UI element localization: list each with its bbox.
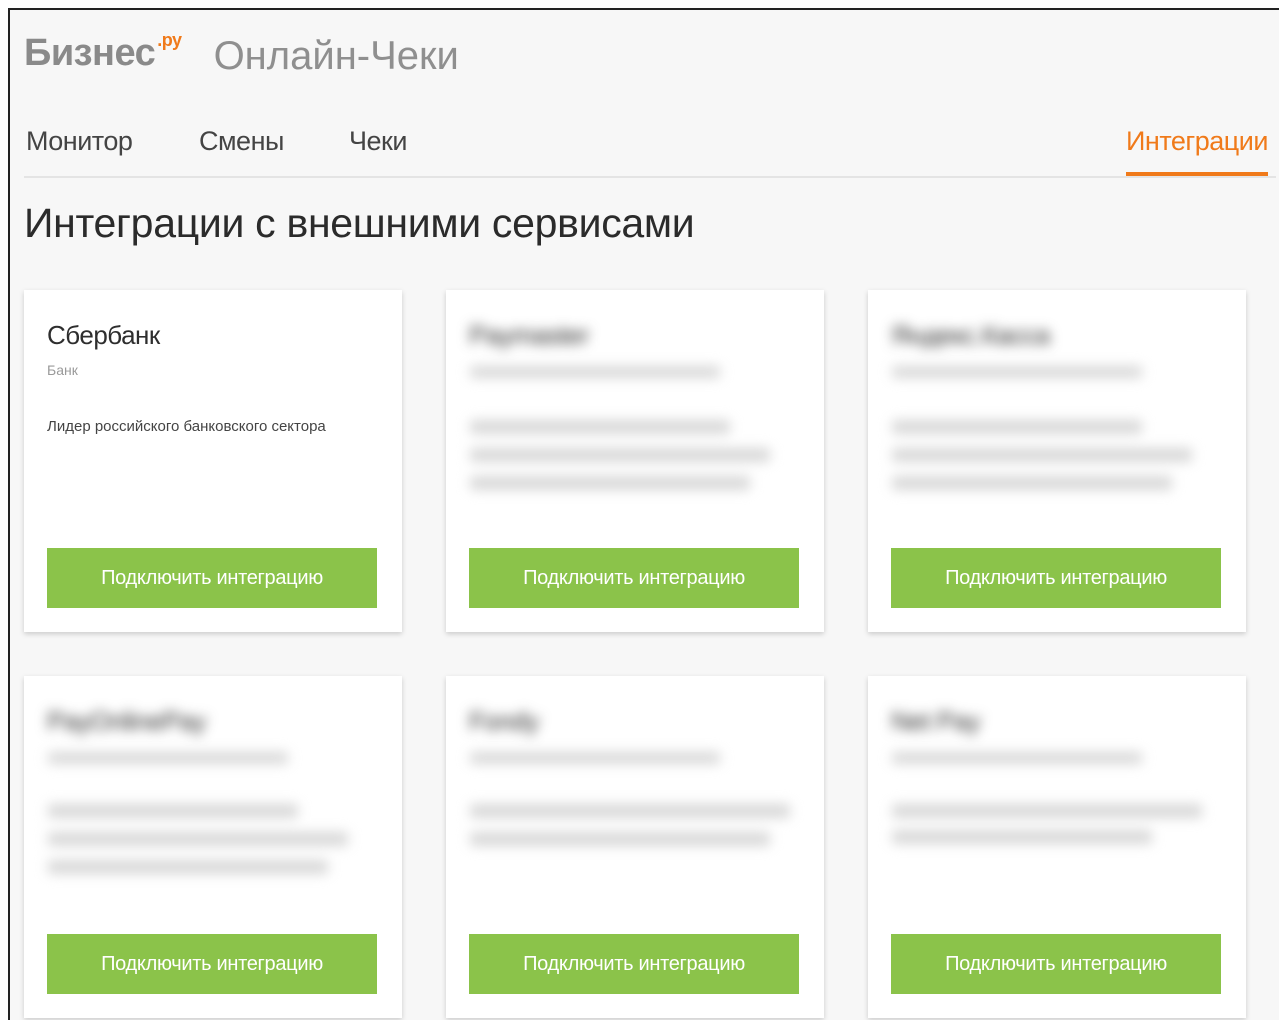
connect-integration-button[interactable]: Подключить интеграцию: [469, 934, 799, 994]
header: Бизнес .ру Онлайн-Чеки: [24, 30, 459, 79]
connect-integration-button[interactable]: Подключить интеграцию: [891, 934, 1221, 994]
connect-integration-button[interactable]: Подключить интеграцию: [47, 548, 377, 608]
integration-card: Net Pay Подключить интеграцию: [868, 676, 1246, 1018]
card-title: PayOnlinePay: [47, 706, 206, 736]
connect-integration-button[interactable]: Подключить интеграцию: [891, 548, 1221, 608]
app-frame: Бизнес .ру Онлайн-Чеки Монитор Смены Чеки…: [8, 8, 1279, 1020]
tab-receipts[interactable]: Чеки: [349, 122, 407, 176]
card-title: Fondy: [469, 706, 539, 736]
connect-integration-button[interactable]: Подключить интеграцию: [469, 548, 799, 608]
integration-card: Яндекс.Касса Подключить интеграцию: [868, 290, 1246, 632]
integration-card: Paymaster Подключить интеграцию: [446, 290, 824, 632]
integration-card-sberbank: Сбербанк Банк Лидер российского банковск…: [24, 290, 402, 632]
card-title: Net Pay: [891, 706, 981, 736]
card-description: Лидер российского банковского сектора: [47, 418, 326, 435]
tab-shifts[interactable]: Смены: [199, 122, 284, 176]
nav-tabs: Монитор Смены Чеки Интеграции: [24, 122, 1276, 178]
logo-text: Бизнес: [24, 32, 156, 74]
logo[interactable]: Бизнес .ру: [24, 30, 182, 75]
tab-integrations[interactable]: Интеграции: [1126, 122, 1268, 176]
card-title: Яндекс.Касса: [891, 320, 1050, 350]
tab-monitor[interactable]: Монитор: [26, 122, 133, 176]
logo-suffix: .ру: [157, 30, 182, 50]
card-title: Сбербанк: [47, 320, 160, 350]
integration-card: Fondy Подключить интеграцию: [446, 676, 824, 1018]
card-title: Paymaster: [469, 320, 589, 350]
page-title: Интеграции с внешними сервисами: [24, 200, 695, 246]
integration-card: PayOnlinePay Подключить интеграцию: [24, 676, 402, 1018]
connect-integration-button[interactable]: Подключить интеграцию: [47, 934, 377, 994]
card-subtitle: Банк: [47, 362, 78, 378]
app-title: Онлайн-Чеки: [213, 34, 459, 78]
